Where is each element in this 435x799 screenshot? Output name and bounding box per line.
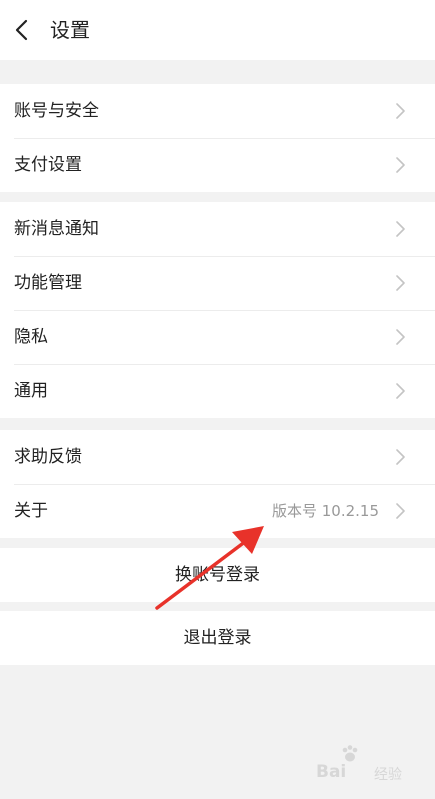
nav-header: 设置 (0, 0, 435, 60)
chevron-left-icon (15, 19, 28, 41)
settings-row-privacy[interactable]: 隐私 (0, 310, 435, 364)
row-label: 新消息通知 (14, 219, 99, 239)
chevron-right-icon (396, 329, 405, 345)
chevron-right-icon (396, 383, 405, 399)
watermark: Bai 经验 (316, 744, 426, 784)
version-number: 版本号 10.2.15 (271, 502, 379, 520)
settings-group-general: 新消息通知 功能管理 隐私 通用 (0, 202, 435, 418)
chevron-right-icon (396, 221, 405, 237)
chevron-right-icon (396, 275, 405, 291)
chevron-right-icon (396, 449, 405, 465)
switch-account-button[interactable]: 换账号登录 (0, 548, 435, 602)
settings-group-account: 账号与安全 支付设置 (0, 84, 435, 192)
row-label: 账号与安全 (14, 101, 99, 121)
watermark-brand: Bai (316, 762, 347, 782)
row-label: 隐私 (14, 327, 48, 347)
settings-row-features[interactable]: 功能管理 (0, 256, 435, 310)
row-label: 关于 (14, 501, 48, 521)
settings-row-about[interactable]: 关于 版本号 10.2.15 (0, 484, 435, 538)
chevron-right-icon (396, 503, 405, 519)
watermark-sub: 经验 (374, 767, 402, 783)
chevron-right-icon (396, 157, 405, 173)
row-label: 支付设置 (14, 155, 82, 175)
settings-group-help: 求助反馈 关于 版本号 10.2.15 (0, 430, 435, 538)
logout-button[interactable]: 退出登录 (0, 611, 435, 665)
page-title: 设置 (50, 18, 90, 42)
row-label: 通用 (14, 381, 48, 401)
row-label: 求助反馈 (14, 447, 82, 467)
settings-row-notifications[interactable]: 新消息通知 (0, 202, 435, 256)
settings-screen: 设置 账号与安全 支付设置 新消息通知 功能管理 隐私 通用 求助反馈 关于 版… (0, 0, 435, 799)
row-label: 功能管理 (14, 273, 82, 293)
settings-row-account-security[interactable]: 账号与安全 (0, 84, 435, 138)
back-button[interactable] (10, 16, 38, 44)
settings-row-general[interactable]: 通用 (0, 364, 435, 418)
settings-row-payment[interactable]: 支付设置 (0, 138, 435, 192)
settings-row-feedback[interactable]: 求助反馈 (0, 430, 435, 484)
chevron-right-icon (396, 103, 405, 119)
paw-icon (342, 745, 358, 762)
